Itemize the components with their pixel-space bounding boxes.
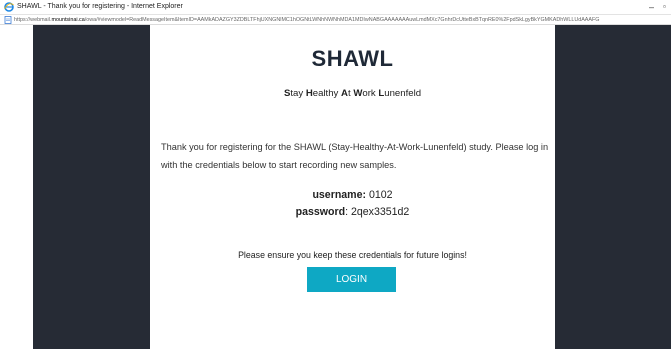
internet-explorer-icon xyxy=(4,2,14,12)
shawl-logo: SHAWL xyxy=(311,46,394,71)
subtitle-word-lunenfeld: unenfeld xyxy=(384,88,422,99)
left-sidebar-panel xyxy=(33,25,150,349)
subtitle-word-stay: tay xyxy=(290,88,306,99)
url-domain: mountsinai.ca xyxy=(51,17,85,23)
username-value: 0102 xyxy=(368,189,393,201)
window-title: SHAWL - Thank you for registering - Inte… xyxy=(17,3,183,10)
login-button[interactable]: LOGIN xyxy=(307,267,396,292)
right-sidebar-panel xyxy=(555,25,671,349)
password-label: password xyxy=(295,206,346,218)
url-prefix: https://webmail. xyxy=(14,17,52,23)
subtitle-word-healthy: ealthy xyxy=(312,88,342,99)
keep-credentials-note: Please ensure you keep these credentials… xyxy=(238,250,467,260)
url-path: /owa/#viewmodel=ReadMessageItem&ItemID=A… xyxy=(84,17,600,23)
subtitle: Stay Healthy At Work Lunenfeld xyxy=(150,88,555,99)
minimize-button[interactable]: – xyxy=(649,1,654,13)
address-bar[interactable]: https://webmail.mountsinai.ca/owa/#viewm… xyxy=(0,14,671,25)
window-title-bar: SHAWL - Thank you for registering - Inte… xyxy=(0,0,671,14)
subtitle-word-work: ork xyxy=(362,88,379,99)
subtitle-initial-h: H xyxy=(305,88,313,99)
left-margin xyxy=(0,25,33,349)
page-icon xyxy=(4,16,12,24)
subtitle-initial-a: A xyxy=(341,88,348,99)
username-line: username: 0102 xyxy=(150,189,555,201)
url-text[interactable]: https://webmail.mountsinai.ca/owa/#viewm… xyxy=(14,16,599,24)
password-value: : 2qex3351d2 xyxy=(345,206,410,218)
email-body: SHAWL Stay Healthy At Work Lunenfeld Tha… xyxy=(150,25,555,349)
password-line: password: 2qex3351d2 xyxy=(150,206,555,218)
maximize-button[interactable]: ▫ xyxy=(663,1,666,13)
username-label: username: xyxy=(312,189,367,201)
registration-message: Thank you for registering for the SHAWL … xyxy=(161,142,549,170)
